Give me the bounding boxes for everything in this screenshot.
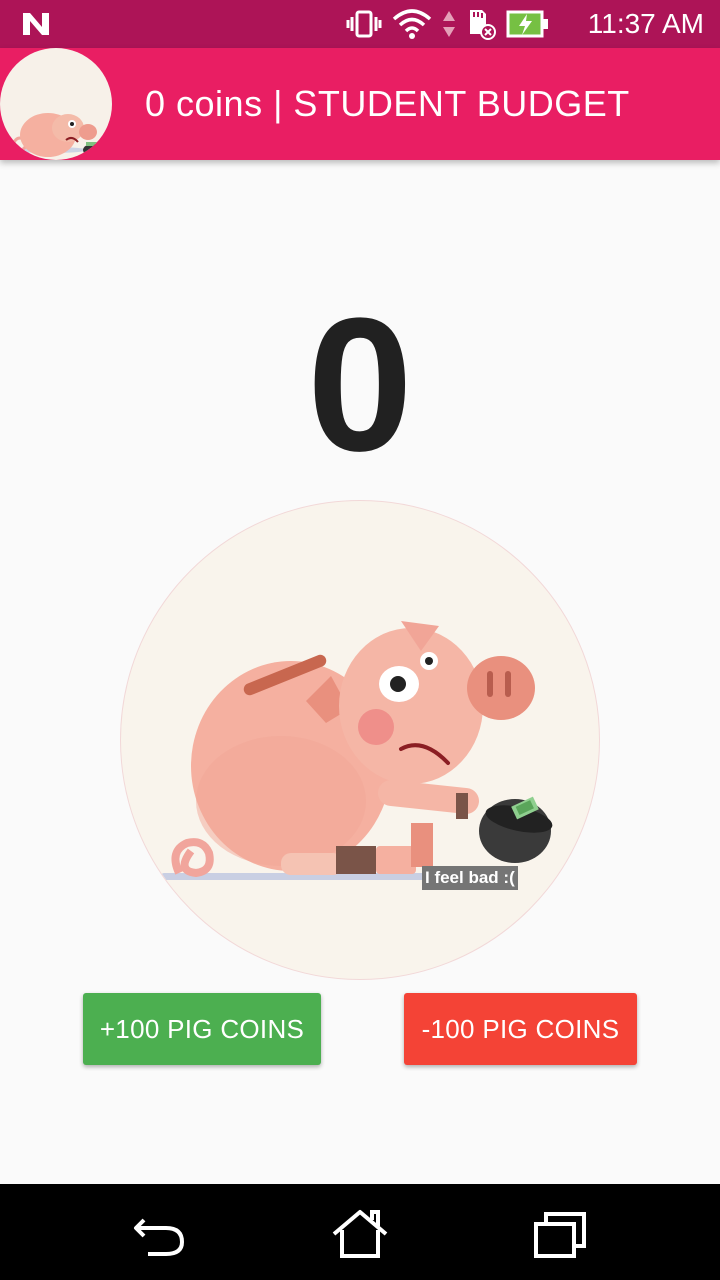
piggy-avatar-icon[interactable] xyxy=(0,48,112,160)
data-arrows-icon xyxy=(443,11,455,37)
vibrate-icon xyxy=(346,10,382,38)
status-bar: 11:37 AM xyxy=(0,0,720,48)
mood-caption: I feel bad :( xyxy=(422,866,518,890)
battery-charging-icon xyxy=(506,10,548,38)
app-title: 0 coins | STUDENT BUDGET xyxy=(145,83,630,124)
back-icon[interactable] xyxy=(130,1208,190,1260)
coin-count: 0 xyxy=(307,279,413,491)
pig-illustration xyxy=(120,500,600,980)
navigation-bar xyxy=(0,1184,720,1280)
wifi-icon xyxy=(392,9,432,39)
sd-card-icon xyxy=(470,10,496,40)
n-logo-icon xyxy=(23,13,49,35)
recents-icon[interactable] xyxy=(530,1208,590,1260)
add-coins-button[interactable]: +100 PIG COINS xyxy=(83,993,321,1065)
status-time: 11:37 AM xyxy=(587,8,704,39)
app-bar: 0 coins | STUDENT BUDGET xyxy=(0,48,720,160)
subtract-coins-button[interactable]: -100 PIG COINS xyxy=(404,993,637,1065)
home-icon[interactable] xyxy=(330,1208,390,1260)
